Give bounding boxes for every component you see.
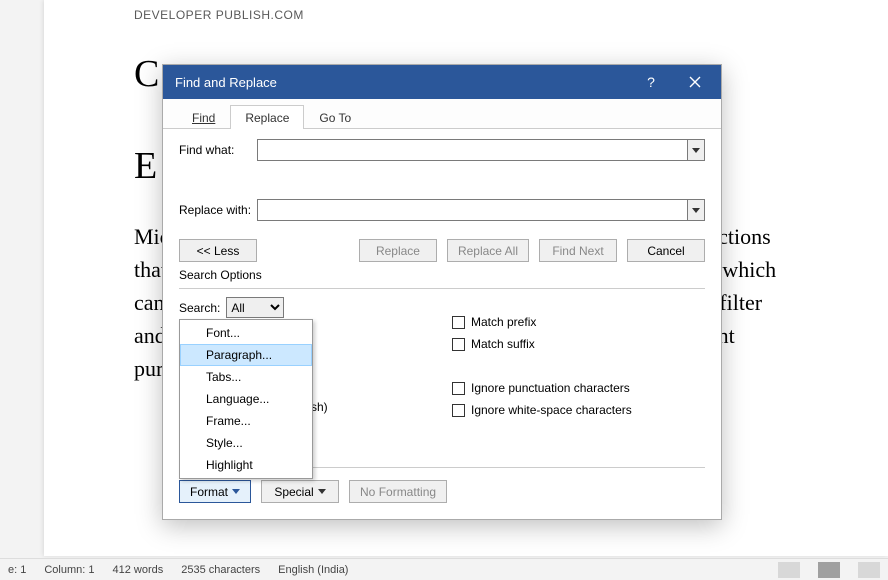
replace-with-label: Replace with: <box>179 203 257 217</box>
chevron-down-icon <box>232 489 240 494</box>
search-options-label: Search Options <box>179 268 705 282</box>
close-icon <box>689 76 701 88</box>
view-read-mode[interactable] <box>778 562 800 578</box>
status-language[interactable]: English (India) <box>278 564 348 576</box>
match-prefix-checkbox[interactable] <box>452 316 465 329</box>
find-what-dropdown[interactable] <box>687 139 705 161</box>
menu-item-frame[interactable]: Frame... <box>180 410 312 432</box>
dialog-body: Find what: Replace with: << Less Replace… <box>163 129 721 519</box>
cancel-button[interactable]: Cancel <box>627 239 705 262</box>
find-replace-dialog: Find and Replace ? Find Replace Go To Fi… <box>162 64 722 520</box>
menu-item-language[interactable]: Language... <box>180 388 312 410</box>
match-suffix-label: Match suffix <box>471 337 535 351</box>
chevron-down-icon <box>692 148 700 153</box>
find-what-combo[interactable] <box>257 139 705 161</box>
find-what-label: Find what: <box>179 143 257 157</box>
tab-find[interactable]: Find <box>177 105 230 129</box>
status-column[interactable]: Column: 1 <box>44 564 94 576</box>
ignore-punct-checkbox[interactable] <box>452 382 465 395</box>
replace-button[interactable]: Replace <box>359 239 437 262</box>
status-line[interactable]: e: 1 <box>8 564 26 576</box>
match-prefix-label: Match prefix <box>471 315 536 329</box>
tab-row: Find Replace Go To <box>163 99 721 129</box>
menu-item-tabs[interactable]: Tabs... <box>180 366 312 388</box>
status-word-count[interactable]: 412 words <box>113 564 164 576</box>
menu-item-style[interactable]: Style... <box>180 432 312 454</box>
view-print-layout[interactable] <box>818 562 840 578</box>
less-button[interactable]: << Less <box>179 239 257 262</box>
replace-with-combo[interactable] <box>257 199 705 221</box>
ignore-punct-label: Ignore punctuation characters <box>471 381 630 395</box>
chevron-down-icon <box>318 489 326 494</box>
search-direction-select[interactable]: All <box>226 297 284 318</box>
header-tag: DEVELOPER PUBLISH.COM <box>134 8 798 22</box>
status-char-count[interactable]: 2535 characters <box>181 564 260 576</box>
format-popup-menu: Font... Paragraph... Tabs... Language...… <box>179 319 313 479</box>
find-next-button[interactable]: Find Next <box>539 239 617 262</box>
format-menu-button[interactable]: Format <box>179 480 251 503</box>
chevron-down-icon <box>692 208 700 213</box>
close-button[interactable] <box>673 65 717 99</box>
special-menu-button[interactable]: Special <box>261 480 339 503</box>
ignore-ws-label: Ignore white-space characters <box>471 403 632 417</box>
menu-item-highlight[interactable]: Highlight <box>180 454 312 476</box>
status-bar: e: 1 Column: 1 412 words 2535 characters… <box>0 558 888 580</box>
divider <box>179 288 705 289</box>
tab-goto[interactable]: Go To <box>304 105 366 129</box>
dialog-titlebar[interactable]: Find and Replace ? <box>163 65 721 99</box>
menu-item-font[interactable]: Font... <box>180 322 312 344</box>
help-button[interactable]: ? <box>629 65 673 99</box>
replace-with-input[interactable] <box>257 199 687 221</box>
replace-all-button[interactable]: Replace All <box>447 239 529 262</box>
match-suffix-checkbox[interactable] <box>452 338 465 351</box>
search-direction-label: Search: <box>179 301 220 315</box>
replace-with-dropdown[interactable] <box>687 199 705 221</box>
no-formatting-button[interactable]: No Formatting <box>349 480 447 503</box>
find-what-input[interactable] <box>257 139 687 161</box>
tab-replace[interactable]: Replace <box>230 105 304 129</box>
menu-item-paragraph[interactable]: Paragraph... <box>180 344 312 366</box>
dialog-title-text: Find and Replace <box>175 75 277 90</box>
view-web-layout[interactable] <box>858 562 880 578</box>
ignore-ws-checkbox[interactable] <box>452 404 465 417</box>
